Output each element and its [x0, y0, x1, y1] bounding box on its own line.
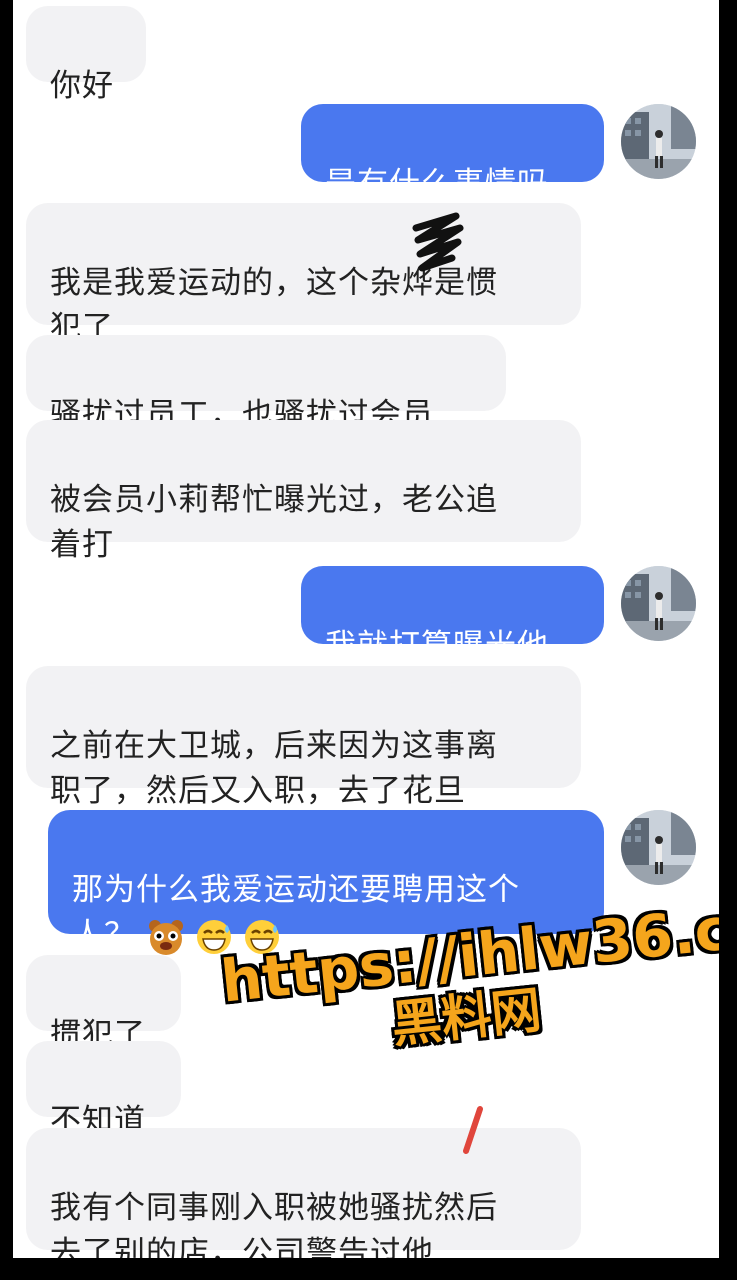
- avatar[interactable]: [621, 566, 696, 641]
- message-text: 是有什么事情吗: [325, 166, 549, 202]
- avatar[interactable]: [621, 104, 696, 179]
- message-bubble[interactable]: 掼犯了: [26, 955, 181, 1053]
- message-text: 之前在大卫城，后来因为这事离 职了，然后又入职，去了花旦: [50, 728, 498, 809]
- message-bubble[interactable]: 被会员小莉帮忙曝光过，老公追 着打: [26, 420, 581, 563]
- message-bubble[interactable]: 我有个同事刚入职被她骚扰然后 去了别的店，公司警告过他: [26, 1128, 581, 1258]
- message-text: 被会员小莉帮忙曝光过，老公追 着打: [50, 482, 498, 563]
- message-text: 我有个同事刚入职被她骚扰然后 去了别的店，公司警告过他: [50, 1190, 498, 1258]
- avatar[interactable]: [621, 810, 696, 885]
- message-bubble[interactable]: 你好: [26, 6, 146, 104]
- message-bubble[interactable]: 是有什么事情吗: [301, 104, 604, 202]
- message-text: 你好: [50, 68, 114, 104]
- avatar-photo-icon: [621, 566, 696, 641]
- message-bubble[interactable]: 骚扰过员工，也骚扰过会员: [26, 335, 506, 433]
- message-bubble[interactable]: 我是我爱运动的，这个杂烨是惯 犯了: [26, 203, 581, 346]
- message-bubble[interactable]: 之前在大卫城，后来因为这事离 职了，然后又入职，去了花旦: [26, 666, 581, 809]
- chat-screen: 你好 是有什么事情吗 我是我爱运动的，这个杂烨是惯 犯了 骚扰过员工，也骚扰过会…: [13, 0, 719, 1258]
- avatar-photo-icon: [621, 810, 696, 885]
- message-bubble[interactable]: 不知道: [26, 1041, 181, 1139]
- red-pen-mark: [463, 1106, 483, 1154]
- bear-emoji-icon: [146, 917, 186, 957]
- message-text: 我就打算曝光他: [325, 628, 549, 664]
- message-text: 我是我爱运动的，这个杂烨是惯 犯了: [50, 265, 498, 346]
- redaction-scribble: [412, 212, 464, 272]
- avatar-photo-icon: [621, 104, 696, 179]
- message-bubble[interactable]: 我就打算曝光他: [301, 566, 604, 664]
